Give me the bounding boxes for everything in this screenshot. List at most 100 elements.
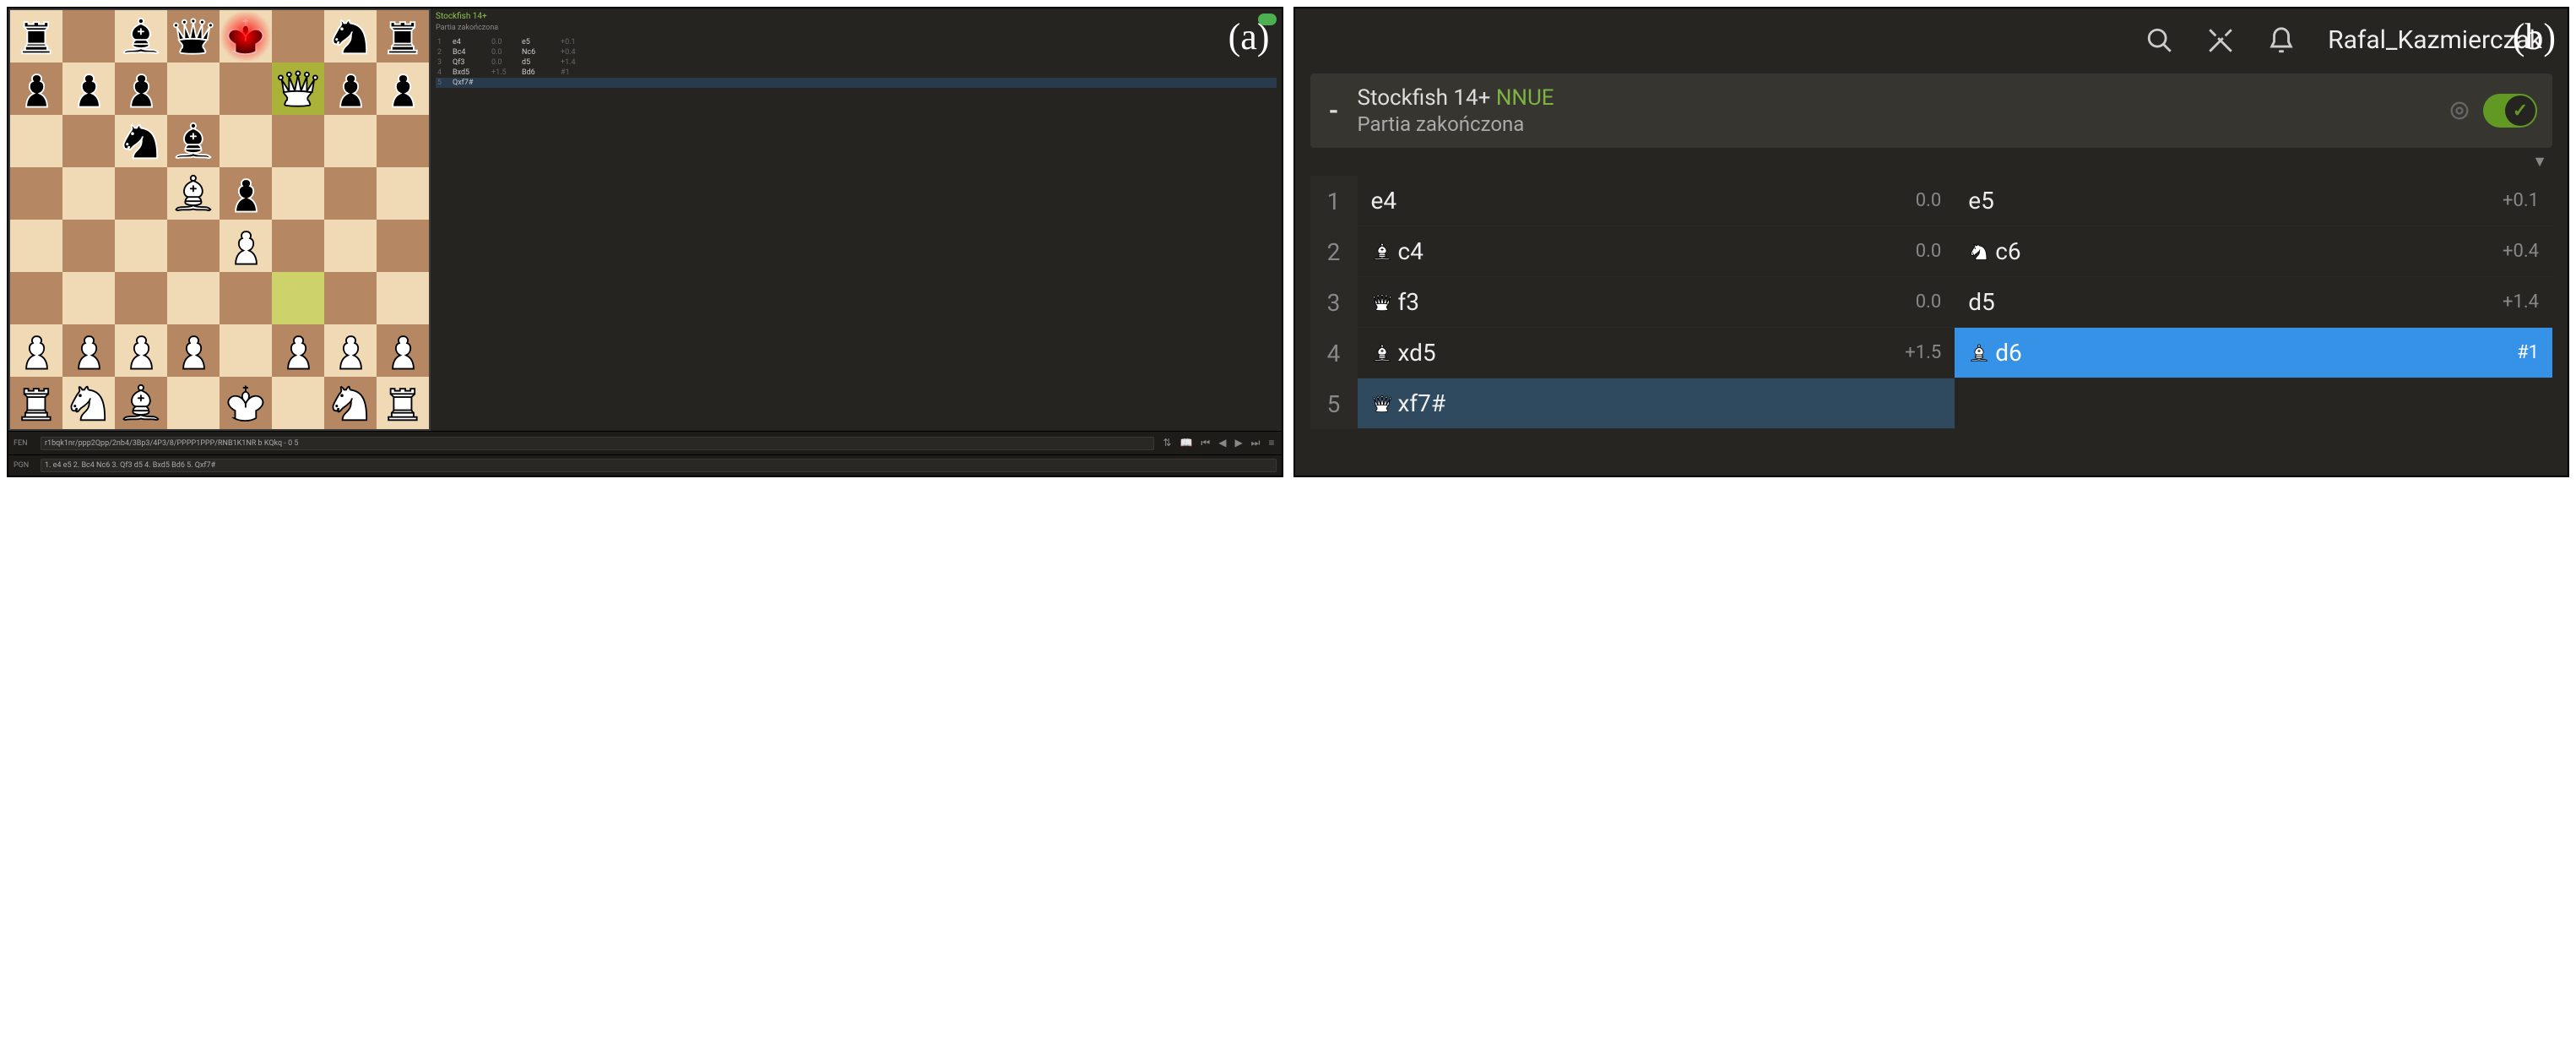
piece-wP[interactable] [222, 222, 269, 269]
square-h2[interactable] [377, 324, 429, 377]
mini-move-row[interactable]: 2Bc40.0Nc6+0.4 [436, 47, 1277, 57]
search-icon[interactable] [2145, 26, 2174, 55]
square-b8[interactable] [62, 10, 115, 63]
square-d7[interactable] [167, 63, 220, 115]
square-c6[interactable] [115, 115, 167, 167]
square-c7[interactable] [115, 63, 167, 115]
piece-bP[interactable] [13, 65, 60, 112]
move-white[interactable]: xd5+1.5 [1358, 328, 1955, 378]
piece-wK[interactable] [222, 379, 269, 427]
square-e8[interactable] [220, 10, 272, 63]
book-icon[interactable]: 📖 [1178, 435, 1194, 451]
square-d6[interactable] [167, 115, 220, 167]
piece-bP[interactable] [327, 65, 374, 112]
square-a6[interactable] [10, 115, 62, 167]
move-black[interactable]: d6#1 [1955, 328, 2552, 378]
square-e5[interactable] [220, 167, 272, 220]
square-c3[interactable] [115, 272, 167, 324]
engine-toggle[interactable]: ✓ [2483, 94, 2537, 128]
square-f6[interactable] [272, 115, 324, 167]
square-f5[interactable] [272, 167, 324, 220]
square-h8[interactable] [377, 10, 429, 63]
square-a3[interactable] [10, 272, 62, 324]
piece-wB[interactable] [170, 170, 217, 217]
move-black[interactable]: c6+0.4 [1955, 226, 2552, 277]
square-e1[interactable] [220, 377, 272, 429]
square-a1[interactable] [10, 377, 62, 429]
square-a5[interactable] [10, 167, 62, 220]
square-a7[interactable] [10, 63, 62, 115]
last-icon[interactable]: ⏭ [1250, 435, 1262, 451]
square-a4[interactable] [10, 220, 62, 272]
first-icon[interactable]: ⏮ [1199, 435, 1212, 451]
square-b1[interactable] [62, 377, 115, 429]
square-d1[interactable] [167, 377, 220, 429]
square-e7[interactable] [220, 63, 272, 115]
square-b4[interactable] [62, 220, 115, 272]
square-c1[interactable] [115, 377, 167, 429]
piece-wR[interactable] [13, 379, 60, 427]
mini-move-row[interactable]: 4Bxd5+1.5Bd6#1 [436, 68, 1277, 78]
target-icon[interactable] [2448, 99, 2471, 122]
square-f4[interactable] [272, 220, 324, 272]
piece-wQ[interactable] [274, 65, 322, 112]
piece-bR[interactable] [13, 13, 60, 60]
collapse-triangle[interactable]: ▼ [1295, 148, 2568, 172]
piece-wP[interactable] [117, 327, 165, 374]
flip-icon[interactable]: ⇅ [1161, 435, 1173, 451]
square-d5[interactable] [167, 167, 220, 220]
square-c5[interactable] [115, 167, 167, 220]
square-d8[interactable] [167, 10, 220, 63]
square-b2[interactable] [62, 324, 115, 377]
square-a2[interactable] [10, 324, 62, 377]
next-icon[interactable]: ▶ [1233, 435, 1244, 451]
square-h3[interactable] [377, 272, 429, 324]
move-black[interactable]: e5+0.1 [1955, 176, 2552, 226]
piece-wP[interactable] [327, 327, 374, 374]
square-c8[interactable] [115, 10, 167, 63]
piece-bP[interactable] [379, 65, 426, 112]
square-h1[interactable] [377, 377, 429, 429]
piece-wP[interactable] [379, 327, 426, 374]
prev-icon[interactable]: ◀ [1217, 435, 1228, 451]
piece-bN[interactable] [327, 13, 374, 60]
square-f8[interactable] [272, 10, 324, 63]
square-d4[interactable] [167, 220, 220, 272]
piece-wB[interactable] [117, 379, 165, 427]
square-d2[interactable] [167, 324, 220, 377]
square-e6[interactable] [220, 115, 272, 167]
square-c4[interactable] [115, 220, 167, 272]
piece-bR[interactable] [379, 13, 426, 60]
square-b5[interactable] [62, 167, 115, 220]
square-f1[interactable] [272, 377, 324, 429]
move-black[interactable]: d5+1.4 [1955, 277, 2552, 328]
square-a8[interactable] [10, 10, 62, 63]
square-b3[interactable] [62, 272, 115, 324]
chess-board[interactable] [8, 8, 431, 431]
piece-wP[interactable] [65, 327, 112, 374]
square-h7[interactable] [377, 63, 429, 115]
square-b7[interactable] [62, 63, 115, 115]
move-white[interactable]: e40.0 [1358, 176, 1955, 226]
piece-wN[interactable] [65, 379, 112, 427]
piece-bP[interactable] [117, 65, 165, 112]
square-g4[interactable] [324, 220, 377, 272]
square-f3[interactable] [272, 272, 324, 324]
square-g6[interactable] [324, 115, 377, 167]
piece-bP[interactable] [65, 65, 112, 112]
pgn-input[interactable]: 1. e4 e5 2. Bc4 Nc6 3. Qf3 d5 4. Bxd5 Bd… [41, 459, 1277, 472]
piece-wP[interactable] [274, 327, 322, 374]
square-h4[interactable] [377, 220, 429, 272]
menu-icon[interactable]: ≡ [1266, 435, 1276, 451]
piece-bP[interactable] [222, 170, 269, 217]
square-g1[interactable] [324, 377, 377, 429]
square-e2[interactable] [220, 324, 272, 377]
square-g7[interactable] [324, 63, 377, 115]
square-e3[interactable] [220, 272, 272, 324]
piece-bB[interactable] [117, 13, 165, 60]
square-c2[interactable] [115, 324, 167, 377]
square-e4[interactable] [220, 220, 272, 272]
piece-bN[interactable] [117, 117, 165, 165]
move-white[interactable]: c40.0 [1358, 226, 1955, 277]
mini-move-row[interactable]: 5Qxf7# [436, 78, 1277, 88]
